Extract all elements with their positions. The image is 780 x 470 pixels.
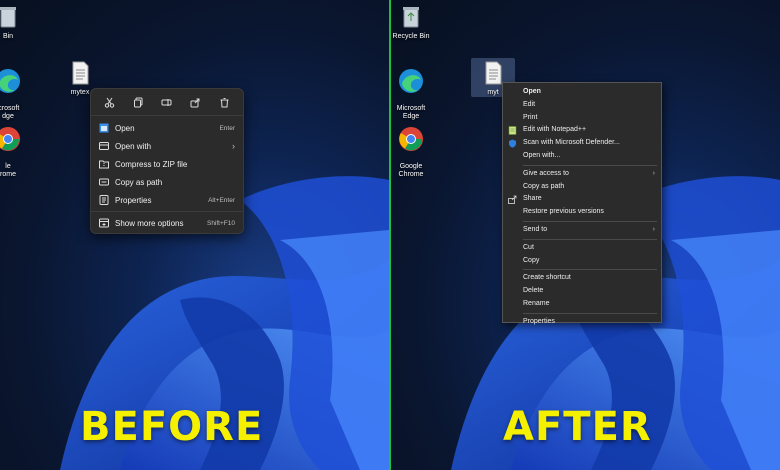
menu-item-copy[interactable]: Copy <box>503 255 661 268</box>
properties-icon <box>99 195 109 205</box>
zip-icon <box>99 160 109 169</box>
desktop-icon-recycle-bin[interactable]: Bin <box>0 4 38 41</box>
menu-item-show-more-options[interactable]: Show more options Shift+F10 <box>91 214 243 232</box>
menu-separator <box>523 238 657 240</box>
classic-context-menu: Open Edit Print Edit with Notepad++ Scan… <box>502 82 662 325</box>
copy-path-icon <box>99 178 109 186</box>
chrome-icon <box>399 127 423 152</box>
menu-item-open-with[interactable]: Open with... <box>503 150 661 163</box>
open-icon <box>99 123 109 133</box>
desktop-icon-label: Bin <box>2 33 14 40</box>
menu-item-compress-zip[interactable]: Compress to ZIP file <box>91 155 243 173</box>
menu-separator <box>523 164 657 166</box>
windows11-context-menu: Open Enter Open with › Compress to ZIP f… <box>90 88 244 234</box>
context-menu-toolbar <box>91 89 243 116</box>
after-caption: AFTER <box>503 404 652 450</box>
menu-item-rename[interactable]: Rename <box>503 298 661 311</box>
edge-icon <box>0 69 20 94</box>
recycle-bin-icon <box>403 7 419 28</box>
rename-icon[interactable] <box>160 95 174 109</box>
menu-separator <box>91 211 243 212</box>
menu-item-properties[interactable]: Properties Alt+Enter <box>91 191 243 209</box>
menu-item-create-shortcut[interactable]: Create shortcut <box>503 272 661 285</box>
notepad-plus-icon <box>508 126 517 136</box>
desktop-icon-edge[interactable]: icrosoft dge <box>0 60 38 121</box>
text-file-icon <box>72 61 89 85</box>
menu-item-scan-defender[interactable]: Scan with Microsoft Defender... <box>503 137 661 150</box>
delete-icon[interactable] <box>218 95 232 109</box>
desktop-icon-label: le rome <box>0 163 16 179</box>
after-panel: Recycle Bin Microsoft Edge Google Chrome… <box>391 0 780 470</box>
recycle-bin-icon <box>0 7 16 28</box>
desktop-icon-label: mytex <box>70 89 90 96</box>
edge-icon <box>399 69 423 94</box>
menu-item-send-to[interactable]: Send to › <box>503 224 661 237</box>
menu-item-edit-notepad-plus[interactable]: Edit with Notepad++ <box>503 124 661 137</box>
defender-icon <box>509 139 516 148</box>
desktop-icon-label: myt <box>487 89 499 96</box>
before-panel: Bin icrosoft dge le rome mytex <box>0 0 389 470</box>
menu-item-restore-previous-versions[interactable]: Restore previous versions <box>503 206 661 219</box>
menu-separator <box>523 220 657 222</box>
menu-item-copy-as-path[interactable]: Copy as path <box>91 173 243 191</box>
chrome-icon <box>0 127 20 152</box>
menu-item-open-with[interactable]: Open with › <box>91 137 243 155</box>
desktop-icon-label: Recycle Bin <box>392 33 430 40</box>
cut-icon[interactable] <box>102 95 116 109</box>
chevron-right-icon: › <box>652 225 655 233</box>
menu-item-share[interactable]: Share <box>503 193 661 206</box>
desktop-icon-label: Google Chrome <box>398 163 424 179</box>
desktop-icon-recycle-bin[interactable]: Recycle Bin <box>391 4 441 41</box>
share-icon <box>508 195 517 205</box>
menu-item-print[interactable]: Print <box>503 112 661 125</box>
more-options-icon <box>99 218 109 228</box>
menu-item-give-access-to[interactable]: Give access to › <box>503 168 661 181</box>
before-caption: BEFORE <box>80 404 264 450</box>
menu-separator <box>523 269 657 271</box>
share-icon[interactable] <box>189 95 203 109</box>
menu-separator <box>523 312 657 314</box>
desktop-icon-chrome[interactable]: le rome <box>0 118 38 179</box>
desktop-icon-chrome[interactable]: Google Chrome <box>391 118 441 179</box>
menu-item-copy-as-path[interactable]: Copy as path <box>503 181 661 194</box>
copy-icon[interactable] <box>131 95 145 109</box>
chevron-right-icon: › <box>652 169 655 177</box>
menu-item-properties[interactable]: Properties <box>503 316 661 329</box>
menu-item-edit[interactable]: Edit <box>503 99 661 112</box>
menu-item-open[interactable]: Open Enter <box>91 119 243 137</box>
menu-item-delete[interactable]: Delete <box>503 285 661 298</box>
open-with-icon <box>99 142 109 150</box>
desktop-icon-edge[interactable]: Microsoft Edge <box>391 60 441 121</box>
menu-item-open[interactable]: Open <box>503 86 661 99</box>
menu-item-cut[interactable]: Cut <box>503 242 661 255</box>
